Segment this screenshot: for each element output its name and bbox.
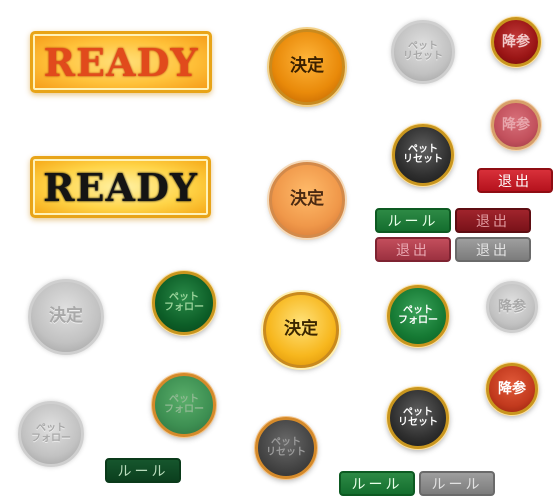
- kousan-button-grey[interactable]: 降参: [486, 281, 538, 333]
- ready-banner-orange: READY: [30, 31, 212, 93]
- kettei-button-orange[interactable]: 決定: [269, 29, 345, 105]
- rule-button-grey[interactable]: ルール: [419, 471, 495, 496]
- kettei-button-gold[interactable]: 決定: [263, 292, 339, 368]
- rule-button-green[interactable]: ルール: [375, 208, 451, 233]
- kettei-button-grey[interactable]: 決定: [28, 279, 104, 355]
- pet-reset-button-grey[interactable]: ペット リセット: [391, 20, 455, 84]
- pet-follow-button-green-muted[interactable]: ペット フォロー: [152, 373, 216, 437]
- taishutsu-button-rose[interactable]: 退出: [375, 237, 451, 262]
- taishutsu-button-grey[interactable]: 退出: [455, 237, 531, 262]
- kousan-button-pink[interactable]: 降参: [491, 100, 541, 150]
- ready-banner-dark: READY: [30, 156, 211, 218]
- kettei-button-orange-pale[interactable]: 決定: [269, 162, 345, 238]
- taishutsu-button-red[interactable]: 退出: [477, 168, 553, 193]
- pet-follow-button-green-dark[interactable]: ペット フォロー: [152, 271, 216, 335]
- pet-reset-button-dark-3[interactable]: ペット リセット: [255, 417, 317, 479]
- pet-reset-button-dark-2[interactable]: ペット リセット: [387, 387, 449, 449]
- pet-follow-button-grey[interactable]: ペット フォロー: [18, 401, 84, 467]
- taishutsu-button-red-dark[interactable]: 退出: [455, 208, 531, 233]
- rule-button-green-dark[interactable]: ルール: [105, 458, 181, 483]
- pet-reset-button-dark[interactable]: ペット リセット: [392, 124, 454, 186]
- rule-button-green-2[interactable]: ルール: [339, 471, 415, 496]
- pet-follow-button-green[interactable]: ペット フォロー: [387, 285, 449, 347]
- kousan-button-red[interactable]: 降参: [491, 17, 541, 67]
- kousan-button-red-orange[interactable]: 降参: [486, 363, 538, 415]
